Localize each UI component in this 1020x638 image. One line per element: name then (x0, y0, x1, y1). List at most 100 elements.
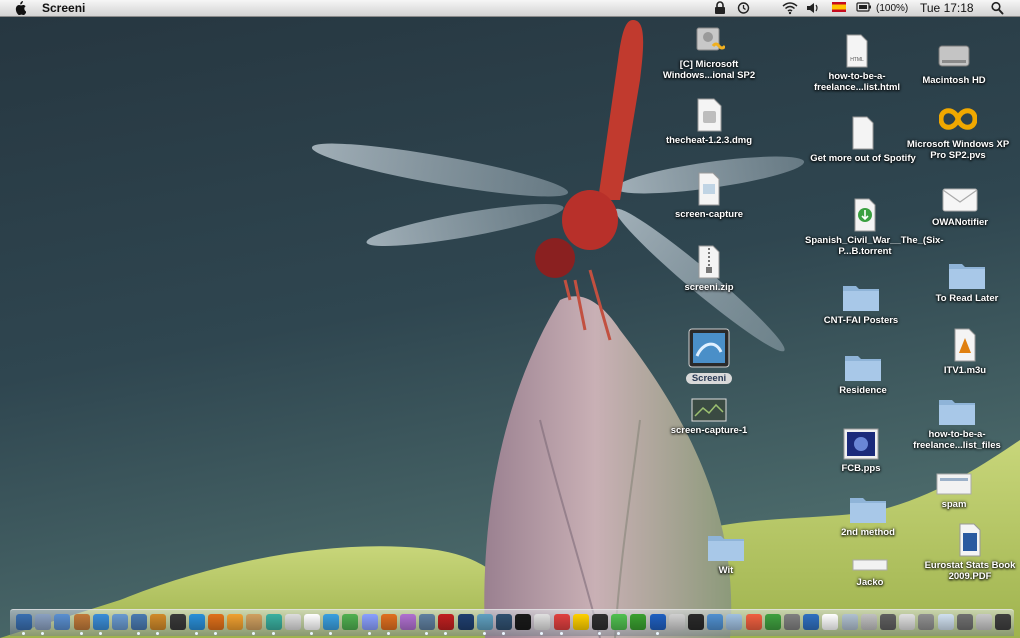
dock-app-icon[interactable] (112, 614, 128, 630)
desktop-icon-itv-m3u[interactable]: ITV1.m3u (905, 328, 1020, 376)
icon-label: To Read Later (935, 293, 999, 304)
dock-app-icon[interactable] (227, 614, 244, 630)
desktop-icon-thecheat-dmg[interactable]: thecheat-1.2.3.dmg (649, 98, 769, 146)
playlist-file-icon (954, 328, 976, 362)
apple-menu-icon[interactable] (14, 1, 26, 16)
dock-app-icon[interactable] (611, 614, 628, 630)
volume-icon[interactable] (806, 1, 820, 16)
dock-app-icon[interactable] (822, 614, 839, 630)
lock-icon[interactable] (714, 1, 726, 16)
dock-app-icon[interactable] (496, 614, 512, 630)
dock-running-indicator (214, 632, 217, 635)
dock-app-icon[interactable] (16, 614, 32, 630)
desktop-icon-windows-pvs[interactable]: Microsoft Windows XP Pro SP2.pvs (898, 102, 1018, 161)
dock-app-icon[interactable] (284, 614, 301, 630)
dock-app-icon[interactable] (918, 614, 935, 630)
folder-icon (850, 498, 886, 523)
dock-app-icon[interactable] (668, 614, 685, 630)
html-file-icon: HTML (846, 34, 868, 68)
dock-app-icon[interactable] (803, 614, 820, 630)
icon-label: screeni.zip (684, 282, 734, 293)
dock-running-indicator (156, 632, 160, 635)
icon-label: how-to-be-a-freelance...list_files (913, 429, 1001, 451)
dock-app-icon[interactable] (630, 614, 647, 630)
dock-app-icon[interactable] (764, 614, 781, 630)
desktop-icon-screen-capture[interactable]: screen-capture (649, 172, 769, 220)
dock-app-icon[interactable] (534, 614, 551, 630)
wifi-icon[interactable] (782, 1, 798, 16)
icon-label: thecheat-1.2.3.dmg (665, 135, 753, 146)
dock-app-icon[interactable] (323, 614, 340, 630)
dock-app-icon[interactable] (35, 614, 52, 630)
dock-app-icon[interactable] (553, 614, 570, 630)
dock-app-icon[interactable] (131, 614, 148, 630)
dock-app-icon[interactable] (649, 614, 666, 630)
desktop-icon-screeni-app[interactable]: Screeni (649, 328, 769, 386)
desktop-icon-spam[interactable]: spam (894, 472, 1014, 510)
input-source-flag-icon[interactable] (832, 1, 846, 16)
dock-app-icon[interactable] (745, 614, 762, 630)
desktop-icon-cnt-fai-folder[interactable]: CNT-FAI Posters (801, 282, 921, 326)
dock-app-icon[interactable] (92, 614, 109, 630)
battery-icon[interactable] (856, 1, 872, 16)
folder-icon (843, 286, 879, 311)
dock-app-icon[interactable] (419, 614, 436, 630)
dock-app-icon[interactable] (361, 614, 378, 630)
dock-app-icon[interactable] (860, 614, 877, 630)
dock-app-icon[interactable] (457, 614, 474, 630)
dock-running-indicator (540, 632, 544, 635)
dock-app-icon[interactable] (688, 614, 704, 630)
dock-app-icon[interactable] (188, 614, 205, 630)
dock-running-indicator (444, 632, 448, 635)
menubar-clock[interactable]: Tue 17:18 (920, 1, 974, 16)
dock-app-icon[interactable] (937, 614, 954, 630)
spotlight-search-icon[interactable] (991, 1, 1004, 16)
dock-app-icon[interactable] (73, 614, 90, 630)
icon-label: Eurostat Stats Book 2009.PDF (924, 560, 1016, 582)
dock-app-icon[interactable] (169, 614, 186, 630)
document-icon (852, 559, 888, 571)
battery-percentage[interactable]: (100%) (876, 1, 908, 16)
time-machine-icon[interactable] (737, 1, 750, 16)
dock-app-icon[interactable] (304, 614, 320, 630)
dock-running-indicator (79, 632, 83, 635)
dock-app-icon[interactable] (592, 614, 608, 630)
presentation-file-icon (843, 428, 879, 460)
dock-running-indicator (617, 632, 621, 635)
dock-app-icon[interactable] (956, 614, 973, 630)
desktop-icon-screeni-zip[interactable]: screeni.zip (649, 245, 769, 293)
dock-app-icon[interactable] (208, 614, 224, 630)
folder-icon (845, 356, 881, 381)
dock-app-icon[interactable] (342, 614, 359, 630)
desktop-icon-to-read-later-folder[interactable]: To Read Later (907, 260, 1020, 304)
desktop-icon-windows-iso[interactable]: [C] Microsoft Windows...ional SP2 (649, 24, 769, 81)
dock-app-icon[interactable] (976, 614, 992, 630)
desktop-icon-eurostat-pdf[interactable]: Eurostat Stats Book 2009.PDF (910, 523, 1020, 582)
dock-app-icon[interactable] (707, 614, 724, 630)
dock-app-icon[interactable] (400, 614, 416, 630)
dock-app-icon[interactable] (54, 614, 71, 630)
dock-app-icon[interactable] (899, 614, 916, 630)
dock-app-icon[interactable] (841, 614, 858, 630)
folder-icon (939, 400, 975, 425)
dock-app-icon[interactable] (150, 614, 167, 630)
dock-app-icon[interactable] (995, 614, 1012, 630)
dock-app-icon[interactable] (438, 614, 455, 630)
dock-app-icon[interactable] (784, 614, 800, 630)
icon-label: Spanish_Civil_War__The_(Six-P...B.torren… (805, 235, 944, 257)
desktop-icon-macintosh-hd[interactable]: Macintosh HD (894, 40, 1014, 86)
dock-app-icon[interactable] (726, 614, 743, 630)
desktop-icon-screen-capture-1[interactable]: screen-capture-1 (649, 398, 769, 436)
dock-app-icon[interactable] (246, 614, 263, 630)
dock-running-indicator (194, 632, 198, 635)
desktop-icon-owanotifier[interactable]: OWANotifier (900, 186, 1020, 228)
dock-app-icon[interactable] (572, 614, 589, 630)
dock-app-icon[interactable] (265, 614, 282, 630)
desktop-icon-wit-folder[interactable]: Wit (666, 532, 786, 576)
dock-app-icon[interactable] (880, 614, 896, 630)
desktop-icon-howto-files-folder[interactable]: how-to-be-a-freelance...list_files (897, 396, 1017, 451)
dock-app-icon[interactable] (515, 614, 532, 630)
dock-app-icon[interactable] (380, 614, 397, 630)
app-menu-screeni[interactable]: Screeni (42, 1, 85, 16)
dock-app-icon[interactable] (476, 614, 493, 630)
